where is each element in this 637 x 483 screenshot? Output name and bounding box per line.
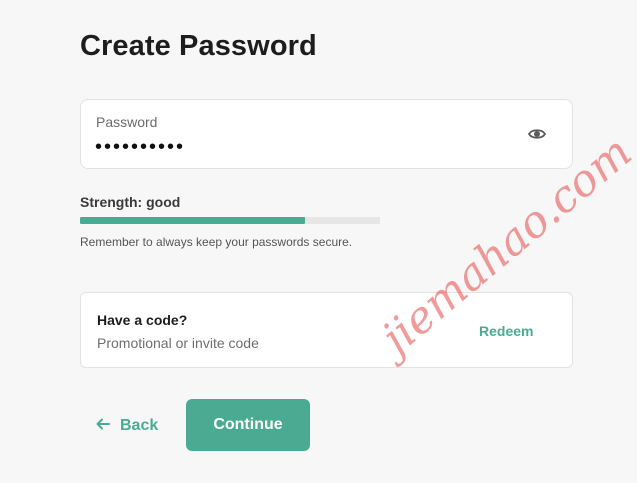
redeem-button[interactable]: Redeem bbox=[479, 323, 533, 339]
promo-title: Have a code? bbox=[97, 312, 188, 328]
back-label: Back bbox=[120, 417, 159, 434]
promo-code-input[interactable] bbox=[97, 335, 437, 351]
arrow-left-icon bbox=[96, 417, 110, 435]
eye-icon[interactable] bbox=[527, 126, 547, 142]
create-password-page: Create Password Password •••••••••• Stre… bbox=[0, 0, 637, 483]
strength-bar bbox=[80, 217, 380, 224]
back-button[interactable]: Back bbox=[96, 417, 158, 435]
security-hint: Remember to always keep your passwords s… bbox=[80, 235, 353, 249]
continue-button[interactable]: Continue bbox=[186, 399, 310, 451]
password-label: Password bbox=[96, 114, 158, 130]
password-value[interactable]: •••••••••• bbox=[95, 136, 185, 159]
strength-bar-fill bbox=[80, 217, 305, 224]
promo-code-card: Have a code? Redeem bbox=[80, 292, 573, 368]
page-title: Create Password bbox=[80, 30, 317, 62]
password-field[interactable]: Password •••••••••• bbox=[80, 99, 573, 169]
strength-label: Strength: good bbox=[80, 194, 181, 210]
